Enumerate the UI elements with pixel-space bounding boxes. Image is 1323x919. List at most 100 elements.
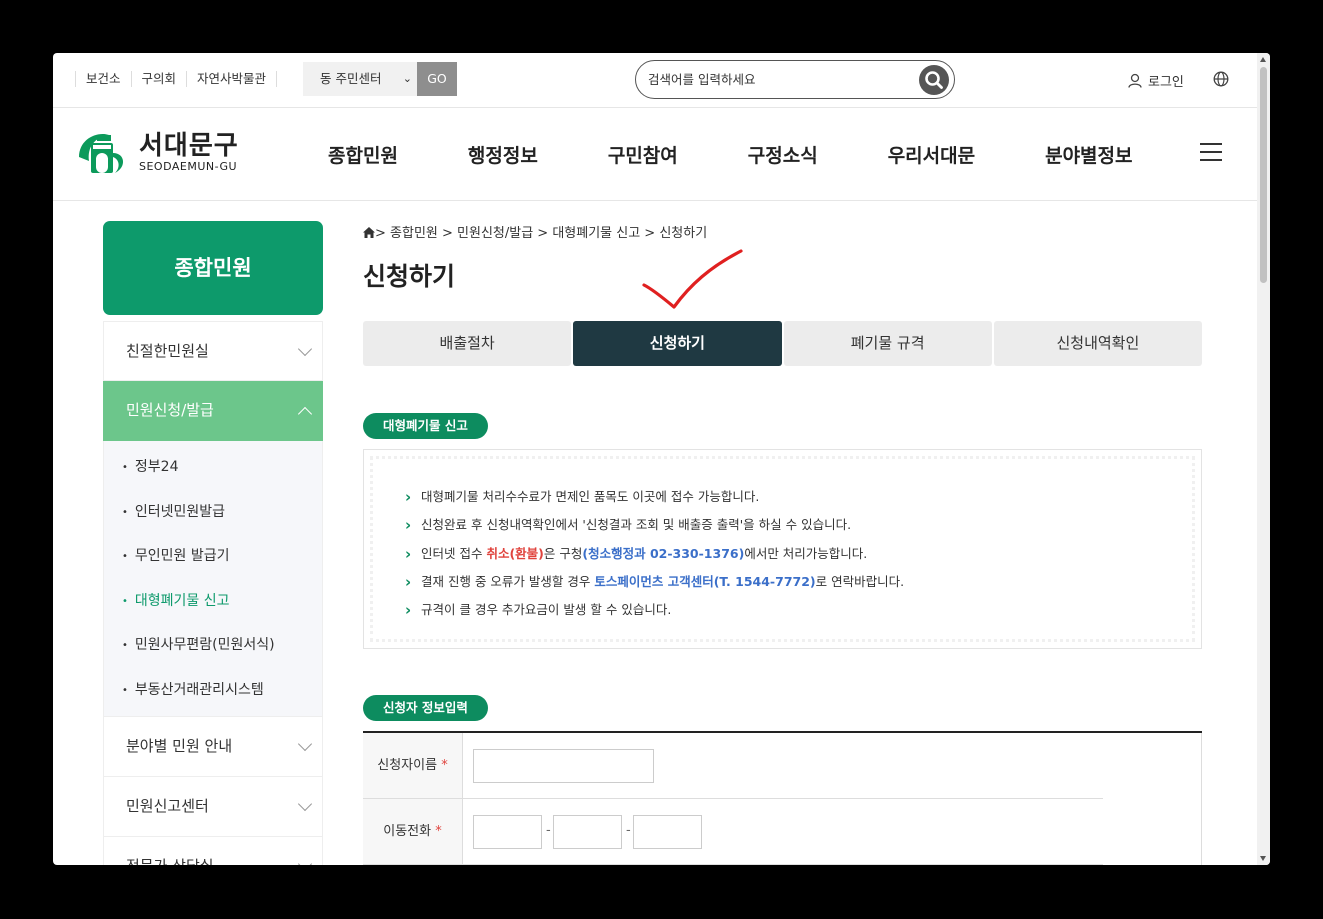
link-health-center[interactable]: 보건소 bbox=[75, 71, 131, 87]
applicant-name-label: 신청자이름 * bbox=[363, 733, 463, 798]
tab-procedure[interactable]: 배출절차 bbox=[363, 321, 572, 366]
utility-bar: 보건소 구의회 자연사박물관 동 주민센터 ⌄ GO 검색어를 입력하세요 로그… bbox=[53, 53, 1257, 108]
logo-subtitle: SEODAEMUN-GU bbox=[139, 159, 238, 173]
phone-dash: - bbox=[546, 823, 551, 838]
tab-history[interactable]: 신청내역확인 bbox=[993, 321, 1202, 366]
applicant-form: 신청자이름 * 이동전화 * - - bbox=[363, 731, 1202, 865]
logo-title: 서대문구 bbox=[139, 130, 239, 161]
form-row-name: 신청자이름 * bbox=[363, 733, 1103, 799]
search-placeholder: 검색어를 입력하세요 bbox=[648, 72, 756, 87]
tab-bar: 배출절차 신청하기 폐기물 규격 신청내역확인 bbox=[363, 321, 1202, 366]
sidebar-item-label: 분야별 민원 안내 bbox=[126, 737, 233, 755]
notice-line: 규격이 클 경우 추가요금이 발생 할 수 있습니다. bbox=[405, 596, 1192, 624]
label-text: 신청자이름 bbox=[377, 758, 438, 773]
submenu-item-large-waste[interactable]: 대형폐기물 신고 bbox=[104, 579, 322, 624]
submenu-item-gov24[interactable]: 정부24 bbox=[104, 445, 322, 490]
search-icon[interactable] bbox=[919, 65, 949, 95]
notice-highlight-cancel: 취소(환불) bbox=[486, 545, 544, 561]
phone-dash: - bbox=[626, 823, 631, 838]
search-input[interactable]: 검색어를 입력하세요 bbox=[635, 60, 955, 99]
chevron-down-icon bbox=[297, 341, 313, 357]
chevron-up-icon bbox=[297, 406, 313, 422]
vertical-scrollbar[interactable] bbox=[1257, 53, 1270, 865]
hamburger-menu-icon[interactable] bbox=[1200, 143, 1222, 167]
tab-waste-spec[interactable]: 폐기물 규격 bbox=[783, 321, 992, 366]
scroll-up-icon[interactable] bbox=[1260, 57, 1266, 62]
notice-text: 에서만 처리가능합니다. bbox=[744, 545, 868, 561]
go-button[interactable]: GO bbox=[417, 62, 457, 96]
phone-part3-input[interactable] bbox=[633, 815, 702, 849]
checkmark-annotation-icon bbox=[642, 249, 743, 309]
top-links: 보건소 구의회 자연사박물관 bbox=[75, 71, 278, 87]
gnb-menu: 종합민원 행정정보 구민참여 구정소식 우리서대문 분야별정보 bbox=[328, 141, 1203, 168]
chevron-down-icon bbox=[297, 796, 313, 812]
tab-apply[interactable]: 신청하기 bbox=[573, 321, 782, 366]
nav-item-participation[interactable]: 구민참여 bbox=[608, 141, 678, 168]
notice-line: 인터넷 접수 취소(환불)은 구청(청소행정과 02-330-1376)에서만 … bbox=[405, 540, 1192, 568]
chevron-down-icon bbox=[297, 856, 313, 865]
scrollbar-thumb[interactable] bbox=[1260, 67, 1267, 283]
form-right-border bbox=[1103, 733, 1202, 865]
nav-item-civil[interactable]: 종합민원 bbox=[328, 141, 398, 168]
notice-highlight-toss: 토스페이먼츠 고객센터(T. 1544-7772) bbox=[594, 573, 816, 589]
notice-text: 은 구청 bbox=[543, 545, 583, 561]
chevron-down-icon: ⌄ bbox=[402, 72, 412, 85]
nav-item-admin[interactable]: 행정정보 bbox=[468, 141, 538, 168]
sidebar-item-label: 민원신고센터 bbox=[126, 797, 209, 815]
link-council[interactable]: 구의회 bbox=[130, 71, 187, 87]
login-label: 로그인 bbox=[1148, 75, 1184, 90]
notice-line: 대형폐기물 처리수수료가 면제인 품목도 이곳에 접수 가능합니다. bbox=[405, 483, 1192, 511]
submenu-item-manual[interactable]: 민원사무편람(민원서식) bbox=[104, 623, 322, 668]
submenu-item-kiosk[interactable]: 무인민원 발급기 bbox=[104, 534, 322, 579]
notice-highlight-phone: (청소행정과 02-330-1376) bbox=[582, 545, 745, 561]
label-text: 이동전화 bbox=[383, 824, 432, 839]
mobile-phone-label: 이동전화 * bbox=[363, 799, 463, 864]
browser-window: 보건소 구의회 자연사박물관 동 주민센터 ⌄ GO 검색어를 입력하세요 로그… bbox=[53, 53, 1270, 865]
dong-select-value: 동 주민센터 bbox=[320, 71, 382, 86]
dong-select[interactable]: 동 주민센터 ⌄ bbox=[303, 62, 418, 96]
breadcrumb: > 종합민원 > 민원신청/발급 > 대형폐기물 신고 > 신청하기 bbox=[363, 222, 707, 241]
globe-icon[interactable] bbox=[1213, 71, 1229, 91]
sidebar-item-application[interactable]: 민원신청/발급 bbox=[103, 381, 323, 441]
link-museum[interactable]: 자연사박물관 bbox=[186, 71, 278, 87]
page-title: 신청하기 bbox=[363, 262, 456, 291]
section-title-applicant: 신청자 정보입력 bbox=[363, 695, 488, 721]
section-title-large-waste: 대형폐기물 신고 bbox=[363, 413, 488, 439]
scroll-down-icon[interactable] bbox=[1260, 856, 1266, 861]
main-nav: 서대문구 SEODAEMUN-GU 종합민원 행정정보 구민참여 구정소식 우리… bbox=[53, 109, 1257, 201]
sidebar-title: 종합민원 bbox=[103, 221, 323, 315]
notice-text: 인터넷 접수 bbox=[421, 545, 487, 561]
nav-item-seodaemun[interactable]: 우리서대문 bbox=[888, 141, 975, 168]
sidebar-item-kind-office[interactable]: 친절한민원실 bbox=[103, 321, 323, 381]
sidebar-item-label: 전문가 상담실 bbox=[126, 857, 214, 865]
phone-part2-input[interactable] bbox=[553, 815, 622, 849]
nav-item-news[interactable]: 구정소식 bbox=[748, 141, 818, 168]
required-mark: * bbox=[441, 758, 448, 773]
submenu-item-internet-issue[interactable]: 인터넷민원발급 bbox=[104, 490, 322, 535]
sidebar-item-label: 친절한민원실 bbox=[126, 342, 209, 360]
chevron-down-icon bbox=[297, 736, 313, 752]
sidebar-item-field-guide[interactable]: 분야별 민원 안내 bbox=[103, 717, 323, 777]
notice-line: 결재 진행 중 오류가 발생할 경우 토스페이먼츠 고객센터(T. 1544-7… bbox=[405, 568, 1192, 596]
sidebar-item-label: 민원신청/발급 bbox=[126, 401, 214, 419]
breadcrumb-path: > 종합민원 > 민원신청/발급 > 대형폐기물 신고 > 신청하기 bbox=[375, 226, 708, 241]
notice-text: 결재 진행 중 오류가 발생할 경우 bbox=[421, 573, 595, 589]
form-row-phone: 이동전화 * - - bbox=[363, 799, 1103, 865]
logo[interactable]: 서대문구 SEODAEMUN-GU bbox=[75, 127, 239, 177]
user-icon bbox=[1128, 73, 1142, 88]
notice-box: 대형폐기물 처리수수료가 면제인 품목도 이곳에 접수 가능합니다. 신청완료 … bbox=[363, 449, 1202, 649]
applicant-name-input[interactable] bbox=[473, 749, 654, 783]
required-mark: * bbox=[435, 824, 442, 839]
phone-part1-input[interactable] bbox=[473, 815, 542, 849]
home-icon[interactable] bbox=[363, 227, 375, 238]
logo-mark-icon bbox=[75, 127, 129, 177]
sidebar-submenu: 정부24 인터넷민원발급 무인민원 발급기 대형폐기물 신고 민원사무편람(민원… bbox=[103, 441, 323, 717]
nav-item-field-info[interactable]: 분야별정보 bbox=[1045, 141, 1132, 168]
sidebar: 종합민원 친절한민원실 민원신청/발급 정부24 인터넷민원발급 무인민원 발급… bbox=[103, 221, 323, 865]
submenu-item-real-estate[interactable]: 부동산거래관리시스템 bbox=[104, 668, 322, 713]
sidebar-item-report-center[interactable]: 민원신고센터 bbox=[103, 777, 323, 837]
notice-line: 신청완료 후 신청내역확인에서 '신청결과 조회 및 배출증 출력'을 하실 수… bbox=[405, 511, 1192, 539]
notice-text: 로 연락바랍니다. bbox=[815, 573, 905, 589]
login-link[interactable]: 로그인 bbox=[1128, 71, 1184, 90]
sidebar-item-expert-consult[interactable]: 전문가 상담실 bbox=[103, 837, 323, 865]
